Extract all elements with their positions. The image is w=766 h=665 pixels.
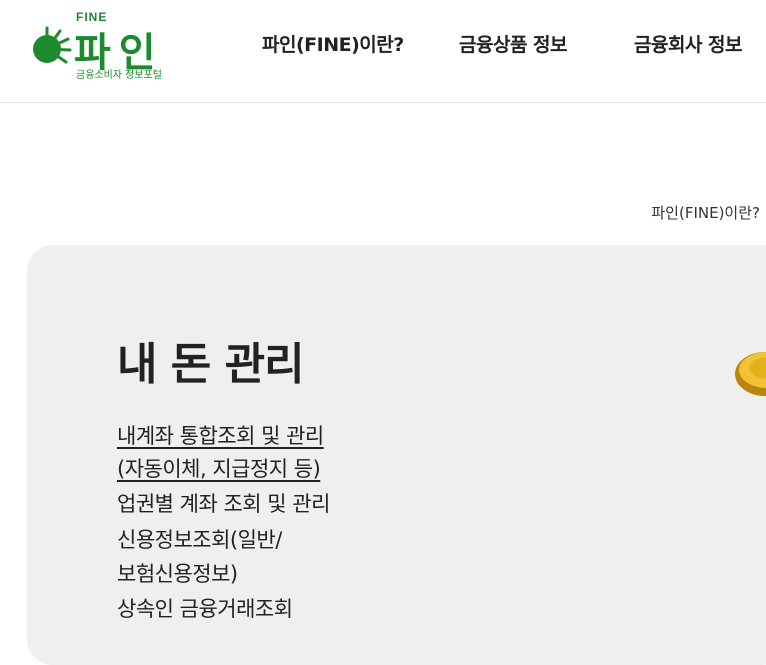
breadcrumb[interactable]: 파인(FINE)이란? — [651, 202, 760, 223]
logo-subtitle: 금융소비자 정보포털 — [76, 70, 162, 81]
gold-coin-icon — [735, 352, 766, 396]
site-header: FINE 파인 금융소비자 정보포털 파인(FINE)이란? 금융상품 정보 금… — [0, 0, 766, 103]
nav-item-about[interactable]: 파인(FINE)이란? — [262, 30, 404, 57]
link-account-integrated-inquiry[interactable]: 내계좌 통합조회 및 관리 — [117, 420, 324, 450]
fine-logo[interactable]: FINE 파인 금융소비자 정보포털 — [30, 10, 180, 82]
panel-title: 내 돈 관리 — [117, 339, 305, 390]
link-account-by-sector[interactable]: 업권별 계좌 조회 및 관리 — [117, 488, 330, 518]
link-account-integrated-inquiry-detail[interactable]: (자동이체, 지급정지 등) — [117, 453, 321, 483]
nav-item-financial-products[interactable]: 금융상품 정보 — [459, 30, 568, 57]
link-heir-financial-inquiry[interactable]: 상속인 금융거래조회 — [117, 593, 293, 623]
nav-item-financial-companies[interactable]: 금융회사 정보 — [634, 30, 743, 57]
link-credit-info-inquiry-detail[interactable]: 보험신용정보) — [117, 558, 238, 588]
logo-sunburst-icon — [33, 26, 72, 64]
link-credit-info-inquiry[interactable]: 신용정보조회(일반/ — [117, 524, 282, 554]
